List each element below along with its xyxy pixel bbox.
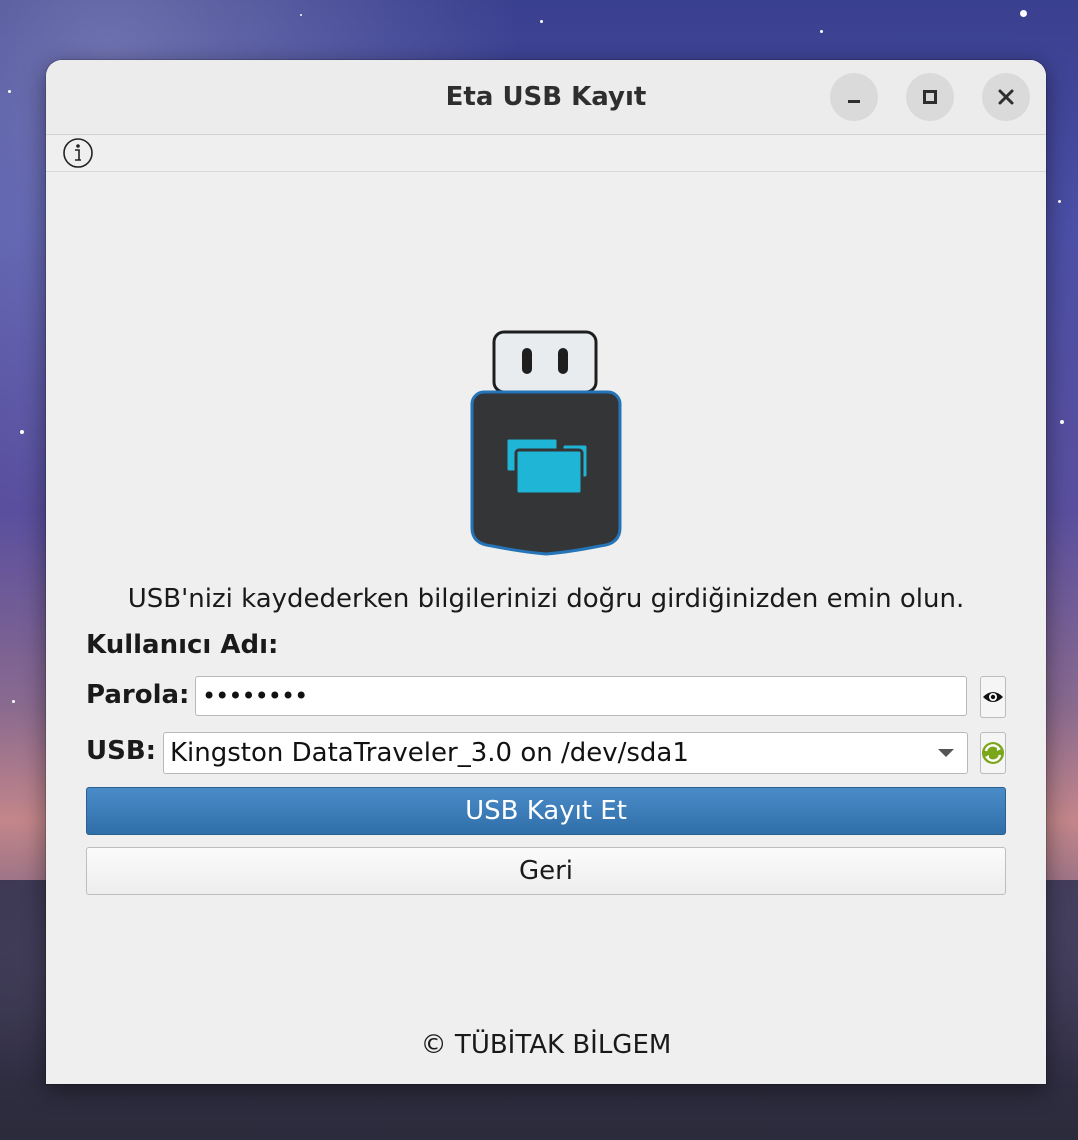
close-button[interactable] [982, 73, 1030, 121]
register-usb-button[interactable]: USB Kayıt Et [86, 787, 1006, 835]
menu-bar [46, 135, 1046, 172]
info-message: USB'nizi kaydederken bilgilerinizi doğru… [127, 584, 965, 614]
window-title: Eta USB Kayıt [445, 82, 647, 112]
usb-drive-icon [470, 330, 622, 556]
copyright-footer: © TÜBİTAK BİLGEM [420, 1030, 672, 1060]
maximize-button[interactable] [906, 73, 954, 121]
chevron-down-icon [938, 749, 954, 757]
eye-icon [983, 692, 1003, 702]
refresh-usb-button[interactable] [980, 732, 1006, 774]
maximize-icon [923, 90, 937, 104]
info-icon[interactable] [62, 137, 94, 169]
title-bar[interactable]: Eta USB Kayıt [46, 60, 1046, 135]
minimize-icon [848, 100, 860, 103]
back-button[interactable]: Geri [86, 847, 1006, 895]
show-password-button[interactable] [980, 676, 1006, 718]
usb-label: USB: [86, 736, 157, 766]
username-label: Kullanıcı Adı: [86, 630, 279, 660]
password-field[interactable]: •••••••• [195, 676, 967, 716]
minimize-button[interactable] [830, 73, 878, 121]
app-window: Eta USB Kayıt USB'nizi kaydederken bilgi… [46, 60, 1046, 1084]
password-label: Parola: [86, 680, 190, 710]
refresh-icon [982, 742, 1004, 764]
usb-selected-value: Kingston DataTraveler_3.0 on /dev/sda1 [170, 738, 689, 768]
usb-device-select[interactable]: Kingston DataTraveler_3.0 on /dev/sda1 [163, 732, 968, 774]
close-icon [998, 89, 1014, 105]
